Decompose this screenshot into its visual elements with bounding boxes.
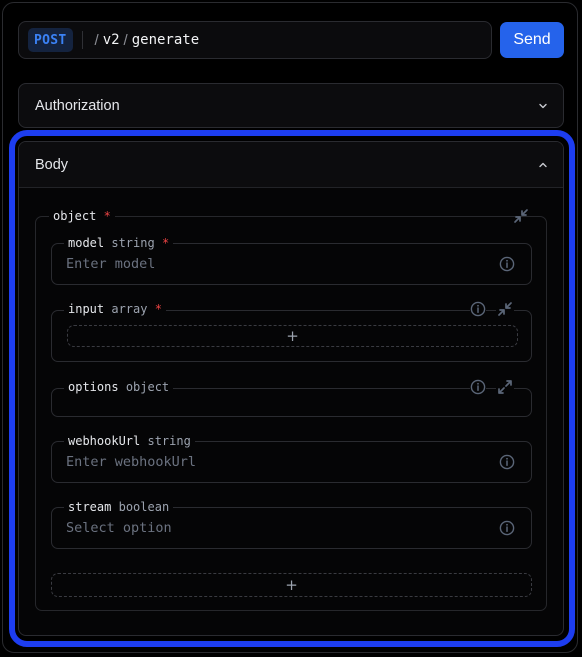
chevron-down-icon: [539, 103, 547, 108]
body-highlight-outline: [9, 130, 575, 647]
path-segment-version: v2: [102, 32, 120, 48]
authorization-title: Authorization: [35, 97, 120, 114]
authorization-accordion[interactable]: Authorization: [18, 83, 564, 128]
url-bar[interactable]: POST / v2 / generate: [18, 21, 492, 59]
path-segment-endpoint: generate: [131, 32, 200, 48]
send-button[interactable]: Send: [500, 22, 564, 58]
endpoint-path: / v2 / generate: [94, 31, 200, 49]
method-badge[interactable]: POST: [28, 28, 73, 52]
url-divider: [81, 31, 83, 49]
